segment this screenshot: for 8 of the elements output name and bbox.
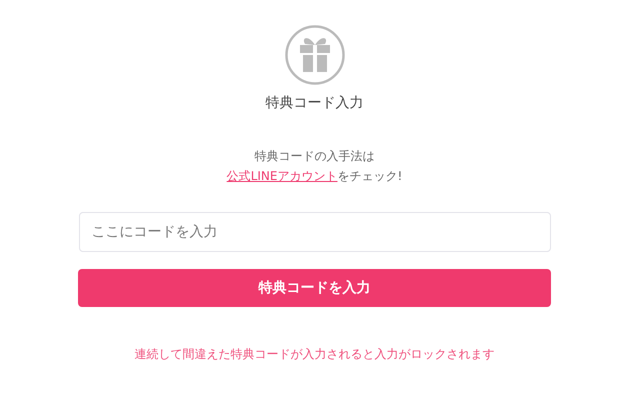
gift-icon: [284, 25, 344, 85]
submit-code-button[interactable]: 特典コードを入力: [78, 269, 551, 307]
line-account-link[interactable]: 公式LINEアカウント: [226, 169, 338, 183]
warning-text: 連続して間違えた特典コードが入力されると入力がロックされます: [134, 346, 494, 363]
page-title: 特典コード入力: [266, 94, 364, 113]
instruction-text: をチェック!: [337, 169, 402, 183]
instruction-text: 特典コードの入手法は: [253, 148, 376, 165]
code-input-field[interactable]: ここにコードを入力: [78, 212, 550, 252]
